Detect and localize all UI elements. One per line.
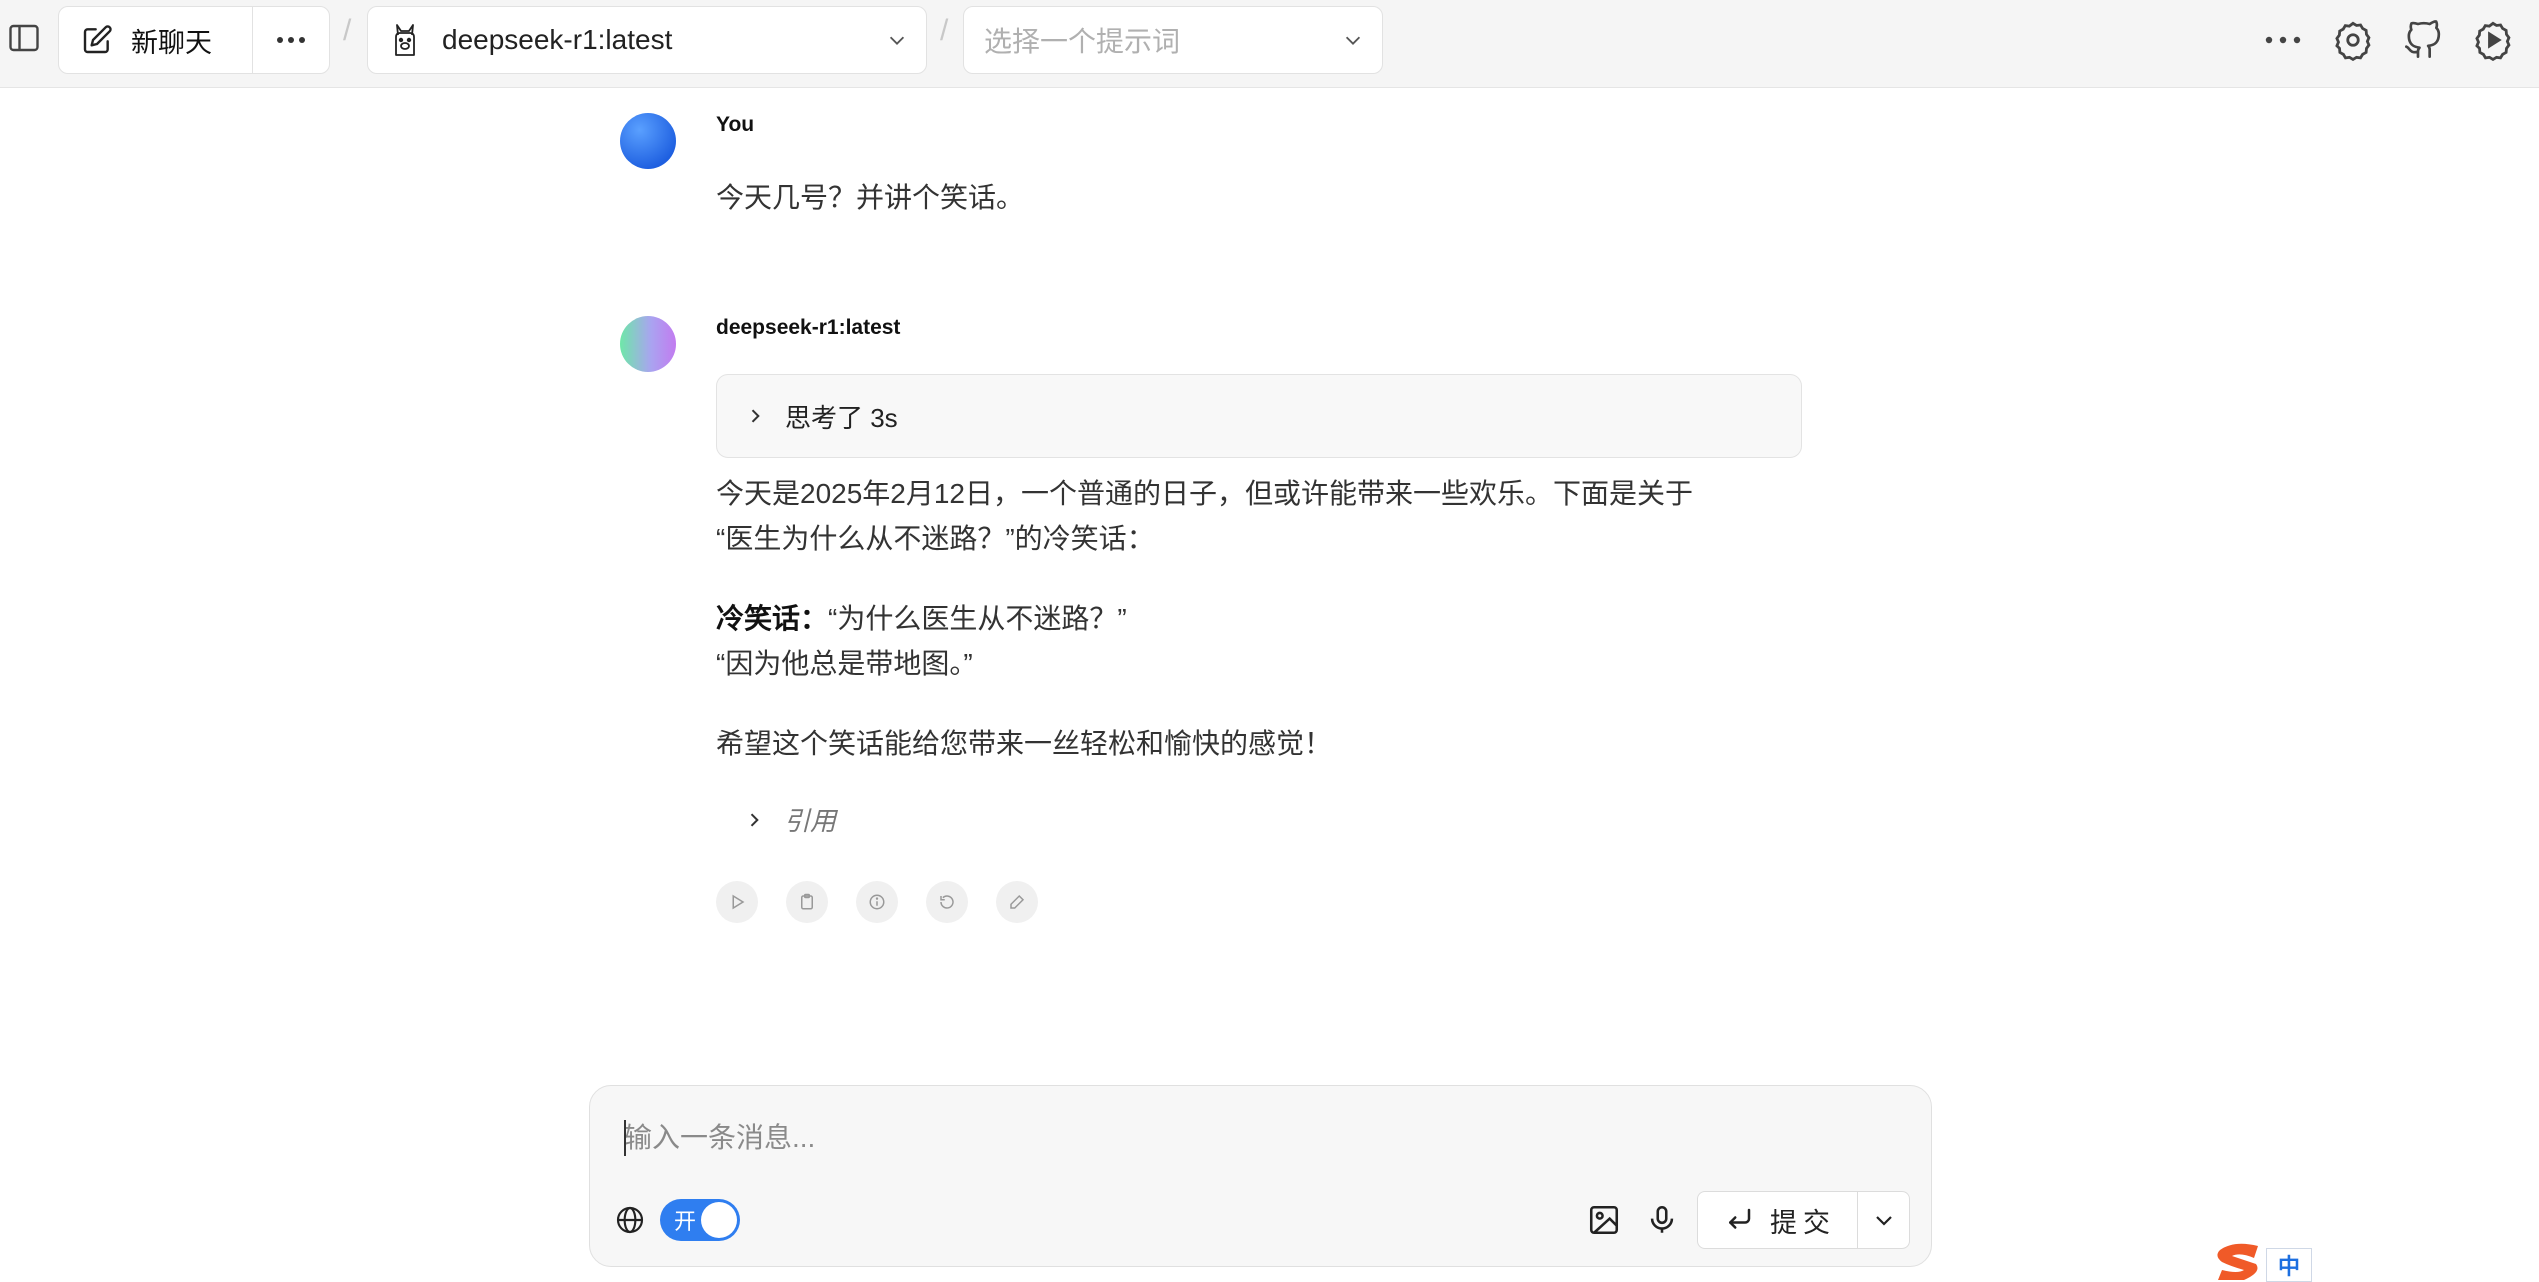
assistant-avatar: [620, 316, 676, 372]
regenerate-button[interactable]: [926, 881, 968, 923]
github-icon: [2405, 20, 2441, 59]
assistant-message: deepseek-r1:latest 思考了 3s 今天是2025年2月12日，…: [620, 316, 2120, 956]
chevron-down-icon: [1342, 29, 1364, 51]
thinking-toggle[interactable]: 思考了 3s: [716, 374, 1802, 458]
text-cursor: [624, 1120, 626, 1156]
sogou-logo-icon: [2214, 1242, 2270, 1280]
assistant-name: deepseek-r1:latest: [716, 316, 901, 339]
prompt-placeholder: 选择一个提示词: [984, 26, 1181, 57]
message-composer: 开 提交: [589, 1085, 1932, 1267]
microphone-icon: [1650, 1205, 1674, 1233]
chevron-right-icon: [745, 406, 765, 426]
toggle-label: 开: [674, 1209, 697, 1234]
info-icon: [869, 894, 885, 910]
submit-button[interactable]: 提交: [1698, 1192, 1858, 1248]
submit-options-button[interactable]: [1858, 1192, 1909, 1248]
message-input[interactable]: [624, 1116, 1624, 1160]
user-name: You: [716, 113, 755, 136]
prompt-selector[interactable]: 选择一个提示词: [963, 6, 1383, 74]
gear-play-icon: [2475, 21, 2511, 61]
globe-icon[interactable]: [612, 1202, 648, 1238]
user-message-text: 今天几号？并讲个笑话。: [716, 182, 1025, 213]
web-search-toggle[interactable]: 开: [660, 1199, 740, 1241]
ime-indicator[interactable]: 中: [2214, 1242, 2318, 1282]
reply-line: “医生为什么从不迷路？”的冷笑话：: [716, 523, 1155, 554]
more-horizontal-icon: [2265, 36, 2301, 44]
voice-input-button[interactable]: [1642, 1200, 1682, 1240]
refresh-icon: [940, 895, 954, 909]
chevron-down-icon: [886, 29, 908, 51]
thinking-label: 思考了 3s: [785, 402, 898, 433]
edit-button[interactable]: [996, 881, 1038, 923]
toggle-knob: [701, 1202, 737, 1238]
new-chat-label: 新聊天: [131, 27, 212, 58]
breadcrumb-separator: /: [343, 14, 352, 47]
chat-controls: 新聊天: [58, 6, 330, 74]
top-bar: 新聊天 / deepseek-r1:latest / 选择一个提示词: [0, 0, 2539, 88]
new-chat-button[interactable]: 新聊天: [59, 7, 253, 73]
more-horizontal-icon: [277, 37, 305, 43]
image-icon: [1589, 1205, 1619, 1235]
chat-more-button[interactable]: [253, 7, 329, 73]
reply-line: 今天是2025年2月12日，一个普通的日子，但或许能带来一些欢乐。下面是关于: [716, 478, 1694, 509]
settings-button[interactable]: [2329, 16, 2377, 64]
model-selector[interactable]: deepseek-r1:latest: [367, 6, 927, 74]
closing-line: 希望这个笑话能给您带来一丝轻松和愉快的感觉！: [716, 728, 1333, 759]
model-name: deepseek-r1:latest: [442, 24, 673, 55]
enter-icon: [1724, 1205, 1754, 1235]
model-settings-button[interactable]: [2469, 16, 2517, 64]
play-icon: [732, 894, 745, 910]
user-message: You 今天几号？并讲个笑话。: [620, 113, 2120, 233]
message-actions: [716, 881, 1038, 923]
read-aloud-button[interactable]: [716, 881, 758, 923]
submit-label: 提交: [1770, 1207, 1836, 1238]
gear-icon: [2335, 21, 2371, 61]
citation-label: 引用: [784, 806, 837, 836]
github-button[interactable]: [2399, 16, 2447, 64]
user-avatar: [620, 113, 676, 169]
more-options-button[interactable]: [2259, 16, 2307, 64]
joke-question: “为什么医生从不迷路？”: [828, 603, 1127, 634]
sidebar-toggle-icon[interactable]: [4, 18, 44, 58]
clipboard-icon: [801, 893, 813, 910]
edit-icon: [81, 24, 113, 56]
joke-answer: “因为他总是带地图。”: [716, 648, 973, 679]
submit-controls: 提交: [1697, 1191, 1910, 1249]
chevron-down-icon: [1875, 1216, 1892, 1226]
joke-label: 冷笑话：: [716, 603, 829, 634]
upload-image-button[interactable]: [1584, 1200, 1624, 1240]
copy-button[interactable]: [786, 881, 828, 923]
info-button[interactable]: [856, 881, 898, 923]
breadcrumb-separator: /: [940, 14, 949, 47]
llama-icon: [390, 23, 420, 57]
header-actions: [2259, 16, 2539, 64]
chevron-right-icon: [744, 810, 764, 830]
citation-toggle[interactable]: 引用: [716, 801, 836, 838]
ime-mode: 中: [2266, 1248, 2312, 1282]
joke-line: 冷笑话：“为什么医生从不迷路？”: [716, 596, 1776, 641]
pencil-icon: [1010, 894, 1025, 909]
assistant-reply: 今天是2025年2月12日，一个普通的日子，但或许能带来一些欢乐。下面是关于 “…: [716, 471, 1776, 766]
